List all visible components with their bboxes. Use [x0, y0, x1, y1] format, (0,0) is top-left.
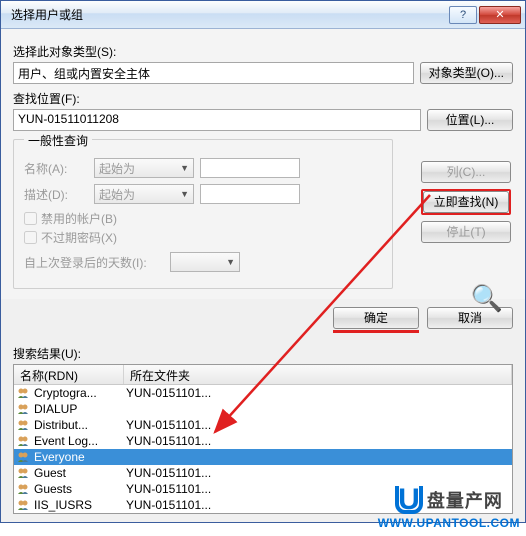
locations-button[interactable]: 位置(L)...: [427, 109, 513, 131]
group-icon: [16, 450, 32, 464]
days-combo[interactable]: ▼: [170, 252, 240, 272]
group-icon: [16, 402, 32, 416]
name-input[interactable]: [200, 158, 300, 178]
header-name[interactable]: 名称(RDN): [14, 365, 124, 384]
ok-button[interactable]: 确定: [333, 307, 419, 329]
magnifier-icon: 🔍: [471, 283, 503, 314]
list-item[interactable]: GuestYUN-0151101...: [14, 465, 512, 481]
header-folder[interactable]: 所在文件夹: [124, 365, 512, 384]
group-icon: [16, 482, 32, 496]
list-item[interactable]: Cryptogra...YUN-0151101...: [14, 385, 512, 401]
group-icon: [16, 418, 32, 432]
group-icon: [16, 498, 32, 512]
logo-icon: U: [395, 486, 423, 514]
titlebar: 选择用户或组 ? ✕: [1, 1, 525, 29]
list-item[interactable]: DIALUP: [14, 401, 512, 417]
watermark-brand: 盘量产网: [427, 487, 503, 513]
location-field[interactable]: YUN-01511011208: [13, 109, 421, 131]
list-item[interactable]: Distribut...YUN-0151101...: [14, 417, 512, 433]
chevron-down-icon: ▼: [180, 189, 189, 199]
help-button[interactable]: ?: [449, 6, 477, 24]
group-title: 一般性查询: [24, 132, 92, 149]
name-label: 名称(A):: [24, 160, 88, 177]
chevron-down-icon: ▼: [180, 163, 189, 173]
group-icon: [16, 386, 32, 400]
object-types-button[interactable]: 对象类型(O)...: [420, 62, 513, 84]
watermark: U 盘量产网 WWW.UPANTOOL.COM: [378, 486, 520, 530]
desc-label: 描述(D):: [24, 186, 88, 203]
watermark-url: WWW.UPANTOOL.COM: [378, 516, 520, 530]
chevron-down-icon: ▼: [226, 257, 235, 267]
find-now-button[interactable]: 立即查找(N): [423, 191, 509, 213]
columns-button: 列(C)...: [421, 161, 511, 183]
results-label: 搜索结果(U):: [13, 345, 513, 362]
close-button[interactable]: ✕: [479, 6, 521, 24]
list-item[interactable]: Event Log...YUN-0151101...: [14, 433, 512, 449]
desc-input[interactable]: [200, 184, 300, 204]
group-icon: [16, 434, 32, 448]
location-label: 查找位置(F):: [13, 90, 513, 107]
common-queries-group: 一般性查询 名称(A): 起始为▼ 描述(D): 起始为▼ 禁用的帐户(B) 不…: [13, 139, 393, 289]
object-type-label: 选择此对象类型(S):: [13, 43, 513, 60]
days-label: 自上次登录后的天数(I):: [24, 254, 164, 271]
disabled-accounts-checkbox[interactable]: 禁用的帐户(B): [24, 210, 382, 227]
list-item[interactable]: Everyone: [14, 449, 512, 465]
name-combo[interactable]: 起始为▼: [94, 158, 194, 178]
stop-button: 停止(T): [421, 221, 511, 243]
window-title: 选择用户或组: [5, 6, 449, 23]
group-icon: [16, 466, 32, 480]
object-type-field[interactable]: 用户、组或内置安全主体: [13, 62, 414, 84]
non-expiring-checkbox[interactable]: 不过期密码(X): [24, 229, 382, 246]
desc-combo[interactable]: 起始为▼: [94, 184, 194, 204]
